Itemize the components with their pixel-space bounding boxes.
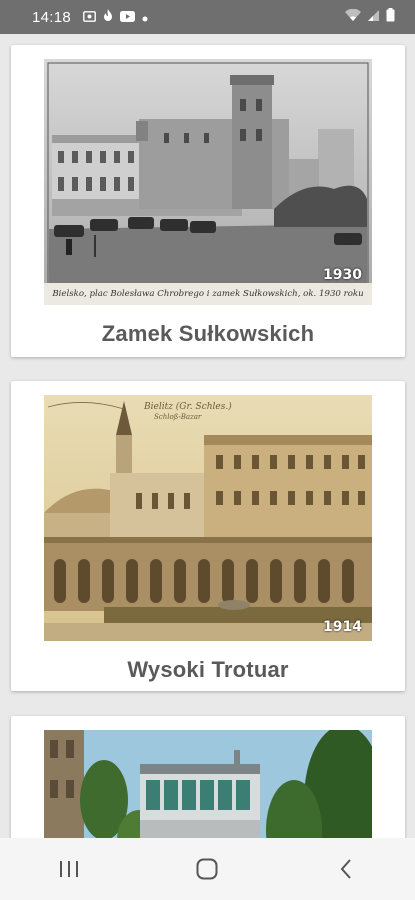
monument-title: Wysoki Trotuar	[127, 657, 289, 682]
year-label: 1914	[323, 619, 362, 635]
youtube-icon	[120, 9, 136, 26]
signal-icon	[367, 9, 380, 26]
notification-icons	[83, 8, 148, 26]
monument-photo: Bielitz (Gr. Schles.) Schloß-Bazar 1914	[44, 395, 372, 641]
fire-icon	[103, 8, 113, 26]
monument-title: Zamek Sułkowskich	[101, 321, 315, 346]
wifi-icon	[345, 8, 361, 26]
svg-text:Schloß-Bazar: Schloß-Bazar	[154, 413, 202, 421]
image-icon	[83, 9, 96, 26]
photo-caption: Bielsko, plac Bolesława Chrobrego i zame…	[44, 283, 372, 305]
monument-card[interactable]: 1930 Bielsko, plac Bolesława Chrobrego i…	[11, 45, 405, 357]
monument-list[interactable]: 1930 Bielsko, plac Bolesława Chrobrego i…	[0, 34, 415, 838]
system-navigation-bar	[0, 838, 415, 900]
back-button[interactable]	[316, 849, 376, 889]
home-button[interactable]	[177, 849, 237, 889]
recent-apps-icon	[60, 861, 79, 877]
dot-icon	[142, 9, 148, 26]
svg-text:Bielitz (Gr. Schles.): Bielitz (Gr. Schles.)	[143, 401, 232, 412]
status-bar: 14:18	[0, 0, 415, 34]
back-icon	[340, 859, 351, 879]
monument-photo	[44, 730, 372, 838]
monument-card[interactable]: Bielitz (Gr. Schles.) Schloß-Bazar 1914 …	[11, 381, 405, 691]
home-icon	[196, 858, 218, 880]
recent-apps-button[interactable]	[39, 849, 99, 889]
system-icons	[345, 8, 395, 26]
battery-icon	[386, 8, 395, 26]
status-time: 14:18	[32, 8, 72, 26]
year-label: 1930	[323, 267, 362, 283]
monument-card[interactable]	[11, 716, 405, 838]
monument-photo: 1930 Bielsko, plac Bolesława Chrobrego i…	[44, 59, 372, 305]
